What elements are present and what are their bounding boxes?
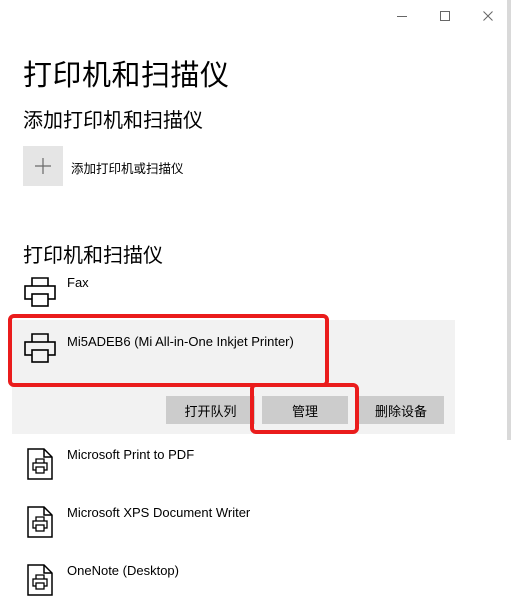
manage-highlight-box <box>250 383 359 434</box>
device-name: Fax <box>67 275 89 290</box>
device-item-fax[interactable]: Fax <box>22 274 89 310</box>
device-name: Microsoft XPS Document Writer <box>67 505 251 520</box>
printer-icon <box>24 277 56 307</box>
maximize-button[interactable] <box>433 6 457 26</box>
add-section-heading: 添加打印机和扫描仪 <box>23 110 203 132</box>
device-item-xps-writer[interactable]: Microsoft XPS Document Writer <box>22 504 250 540</box>
device-highlight-box <box>8 314 329 387</box>
add-printer-label: 添加打印机或扫描仪 <box>71 162 184 176</box>
minimize-icon <box>397 16 407 17</box>
printers-section-heading: 打印机和扫描仪 <box>23 245 163 267</box>
add-tile[interactable] <box>23 146 63 186</box>
plus-icon <box>35 158 51 174</box>
device-name: OneNote (Desktop) <box>67 563 179 578</box>
open-queue-button[interactable]: 打开队列 <box>166 396 255 424</box>
add-printer-button[interactable]: 添加打印机或扫描仪 <box>23 146 184 186</box>
maximize-icon <box>440 11 450 21</box>
close-button[interactable] <box>476 6 500 26</box>
device-item-print-to-pdf[interactable]: Microsoft Print to PDF <box>22 446 194 482</box>
device-item-onenote[interactable]: OneNote (Desktop) <box>22 562 179 598</box>
minimize-button[interactable] <box>390 6 414 26</box>
remove-device-button[interactable]: 删除设备 <box>358 396 444 424</box>
document-printer-icon <box>27 564 53 596</box>
close-icon <box>483 11 493 21</box>
page-title: 打印机和扫描仪 <box>23 60 230 92</box>
document-printer-icon <box>27 448 53 480</box>
scrollbar[interactable] <box>507 0 511 440</box>
document-printer-icon <box>27 506 53 538</box>
device-name: Microsoft Print to PDF <box>67 447 195 462</box>
